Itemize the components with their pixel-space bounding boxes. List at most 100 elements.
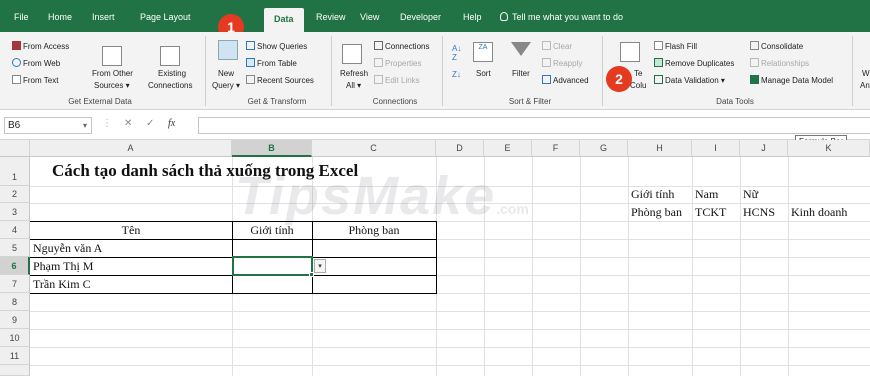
cell-a4[interactable]: Tên (30, 223, 232, 238)
group-label-get-transform: Get & Transform (247, 97, 307, 106)
ribbon-tab-bar: File Home Insert Page Layout Data Review… (0, 0, 870, 32)
web-icon (12, 58, 21, 67)
recent-sources-icon (246, 75, 255, 84)
select-all-corner[interactable] (0, 140, 30, 157)
table-border (30, 239, 437, 240)
tab-data[interactable]: Data (264, 8, 304, 32)
tab-page-layout[interactable]: Page Layout (140, 9, 191, 25)
remove-duplicates-button[interactable]: Remove Duplicates (654, 58, 734, 69)
properties-icon (374, 58, 383, 67)
column-header-h[interactable]: H (628, 140, 692, 157)
clear-filter-icon (542, 41, 551, 50)
column-header-i[interactable]: I (692, 140, 740, 157)
cell-i3[interactable]: TCKT (695, 205, 726, 220)
sort-descending-button[interactable]: Z↓ (452, 70, 461, 80)
cell-j3[interactable]: HCNS (743, 205, 775, 220)
cell-b4[interactable]: Giới tính (232, 223, 312, 238)
cell-a5[interactable]: Nguyễn văn A (33, 241, 102, 256)
row-header-2[interactable]: 2 (0, 186, 30, 203)
formula-bar: B6▾ ⋮ ✕ ✓ fx Formula Bar (0, 110, 870, 149)
access-icon (12, 41, 21, 50)
tab-home[interactable]: Home (48, 9, 72, 25)
gridline (30, 329, 870, 330)
cell-h2[interactable]: Giới tính (631, 187, 674, 202)
tab-review[interactable]: Review (316, 9, 346, 25)
relationships-button[interactable]: Relationships (750, 58, 809, 69)
cancel-icon[interactable]: ✕ (124, 118, 132, 129)
tell-me-label: Tell me what you want to do (512, 12, 624, 22)
column-header-f[interactable]: F (532, 140, 580, 157)
dropdown-arrow-button[interactable]: ▾ (314, 259, 326, 273)
column-header-j[interactable]: J (740, 140, 788, 157)
sheet-title-cell[interactable]: Cách tạo danh sách thả xuống trong Excel (52, 161, 358, 181)
reapply-button[interactable]: Reapply (542, 58, 582, 69)
row-header-9[interactable]: 9 (0, 311, 30, 329)
step-2-badge: 2 (606, 66, 632, 92)
existing-connections-icon (160, 46, 180, 66)
column-header-g[interactable]: G (580, 140, 628, 157)
sort-az-icon: A↓ Z (452, 44, 462, 62)
tab-developer[interactable]: Developer (400, 9, 441, 25)
row-header-12[interactable] (0, 365, 30, 376)
cell-i2[interactable]: Nam (695, 187, 718, 202)
cell-c4[interactable]: Phòng ban (312, 223, 436, 238)
sort-dialog-icon: ZA (473, 42, 493, 62)
row-header-7[interactable]: 7 (0, 275, 30, 293)
column-header-e[interactable]: E (484, 140, 532, 157)
relationships-icon (750, 58, 759, 67)
row-header-6[interactable]: 6 (0, 257, 30, 275)
tab-help[interactable]: Help (463, 9, 482, 25)
cell-j2[interactable]: Nữ (743, 187, 758, 202)
row-header-3[interactable]: 3 (0, 203, 30, 221)
column-header-c[interactable]: C (312, 140, 436, 157)
advanced-filter-button[interactable]: Advanced (542, 75, 589, 86)
consolidate-button[interactable]: Consolidate (750, 41, 803, 52)
show-queries-button[interactable]: Show Queries (246, 41, 307, 52)
tab-view[interactable]: View (360, 9, 379, 25)
row-header-4[interactable]: 4 (0, 221, 30, 239)
cell-a6[interactable]: Phạm Thị M (33, 259, 93, 274)
gridline (628, 157, 629, 376)
selected-cell-b6[interactable] (232, 256, 313, 276)
properties-button[interactable]: Properties (374, 58, 421, 69)
sort-ascending-button[interactable]: A↓ Z (452, 44, 461, 62)
edit-links-button[interactable]: Edit Links (374, 75, 420, 86)
from-table-button[interactable]: From Table (246, 58, 297, 69)
recent-sources-button[interactable]: Recent Sources (246, 75, 314, 86)
insert-function-icon[interactable]: fx (168, 118, 175, 129)
clear-filter-button[interactable]: Clear (542, 41, 572, 52)
tab-file[interactable]: File (14, 9, 29, 25)
column-header-a[interactable]: A (30, 140, 232, 157)
from-access-button[interactable]: From Access (12, 41, 69, 52)
table-icon (246, 58, 255, 67)
other-sources-icon (102, 46, 122, 66)
cell-h3[interactable]: Phòng ban (631, 205, 682, 220)
row-header-8[interactable]: 8 (0, 293, 30, 311)
column-header-b[interactable]: B (232, 140, 312, 157)
from-web-button[interactable]: From Web (12, 58, 60, 69)
name-box[interactable]: B6 ▾ (4, 117, 92, 134)
column-header-k[interactable]: K (788, 140, 870, 157)
row-header-11[interactable]: 11 (0, 347, 30, 365)
formula-input[interactable] (198, 117, 870, 134)
manage-data-model-button[interactable]: Manage Data Model (750, 75, 833, 86)
advanced-filter-icon (542, 75, 551, 84)
queries-icon (246, 41, 255, 50)
cell-k3[interactable]: Kinh doanh (791, 205, 847, 220)
tell-me-search[interactable]: Tell me what you want to do (500, 9, 623, 25)
lightbulb-icon (500, 12, 508, 21)
column-header-d[interactable]: D (436, 140, 484, 157)
row-header-1[interactable]: 1 (0, 157, 30, 186)
connections-button[interactable]: Connections (374, 41, 429, 52)
from-text-button[interactable]: From Text (12, 75, 58, 86)
tab-insert[interactable]: Insert (92, 9, 115, 25)
table-border (436, 221, 437, 294)
row-header-5[interactable]: 5 (0, 239, 30, 257)
flash-fill-button[interactable]: Flash Fill (654, 41, 697, 52)
row-header-10[interactable]: 10 (0, 329, 30, 347)
data-validation-button[interactable]: Data Validation ▾ (654, 75, 725, 86)
cell-a7[interactable]: Trần Kim C (33, 277, 91, 292)
enter-icon[interactable]: ✓ (146, 118, 154, 129)
table-border (30, 293, 437, 294)
filter-funnel-icon (511, 42, 531, 56)
